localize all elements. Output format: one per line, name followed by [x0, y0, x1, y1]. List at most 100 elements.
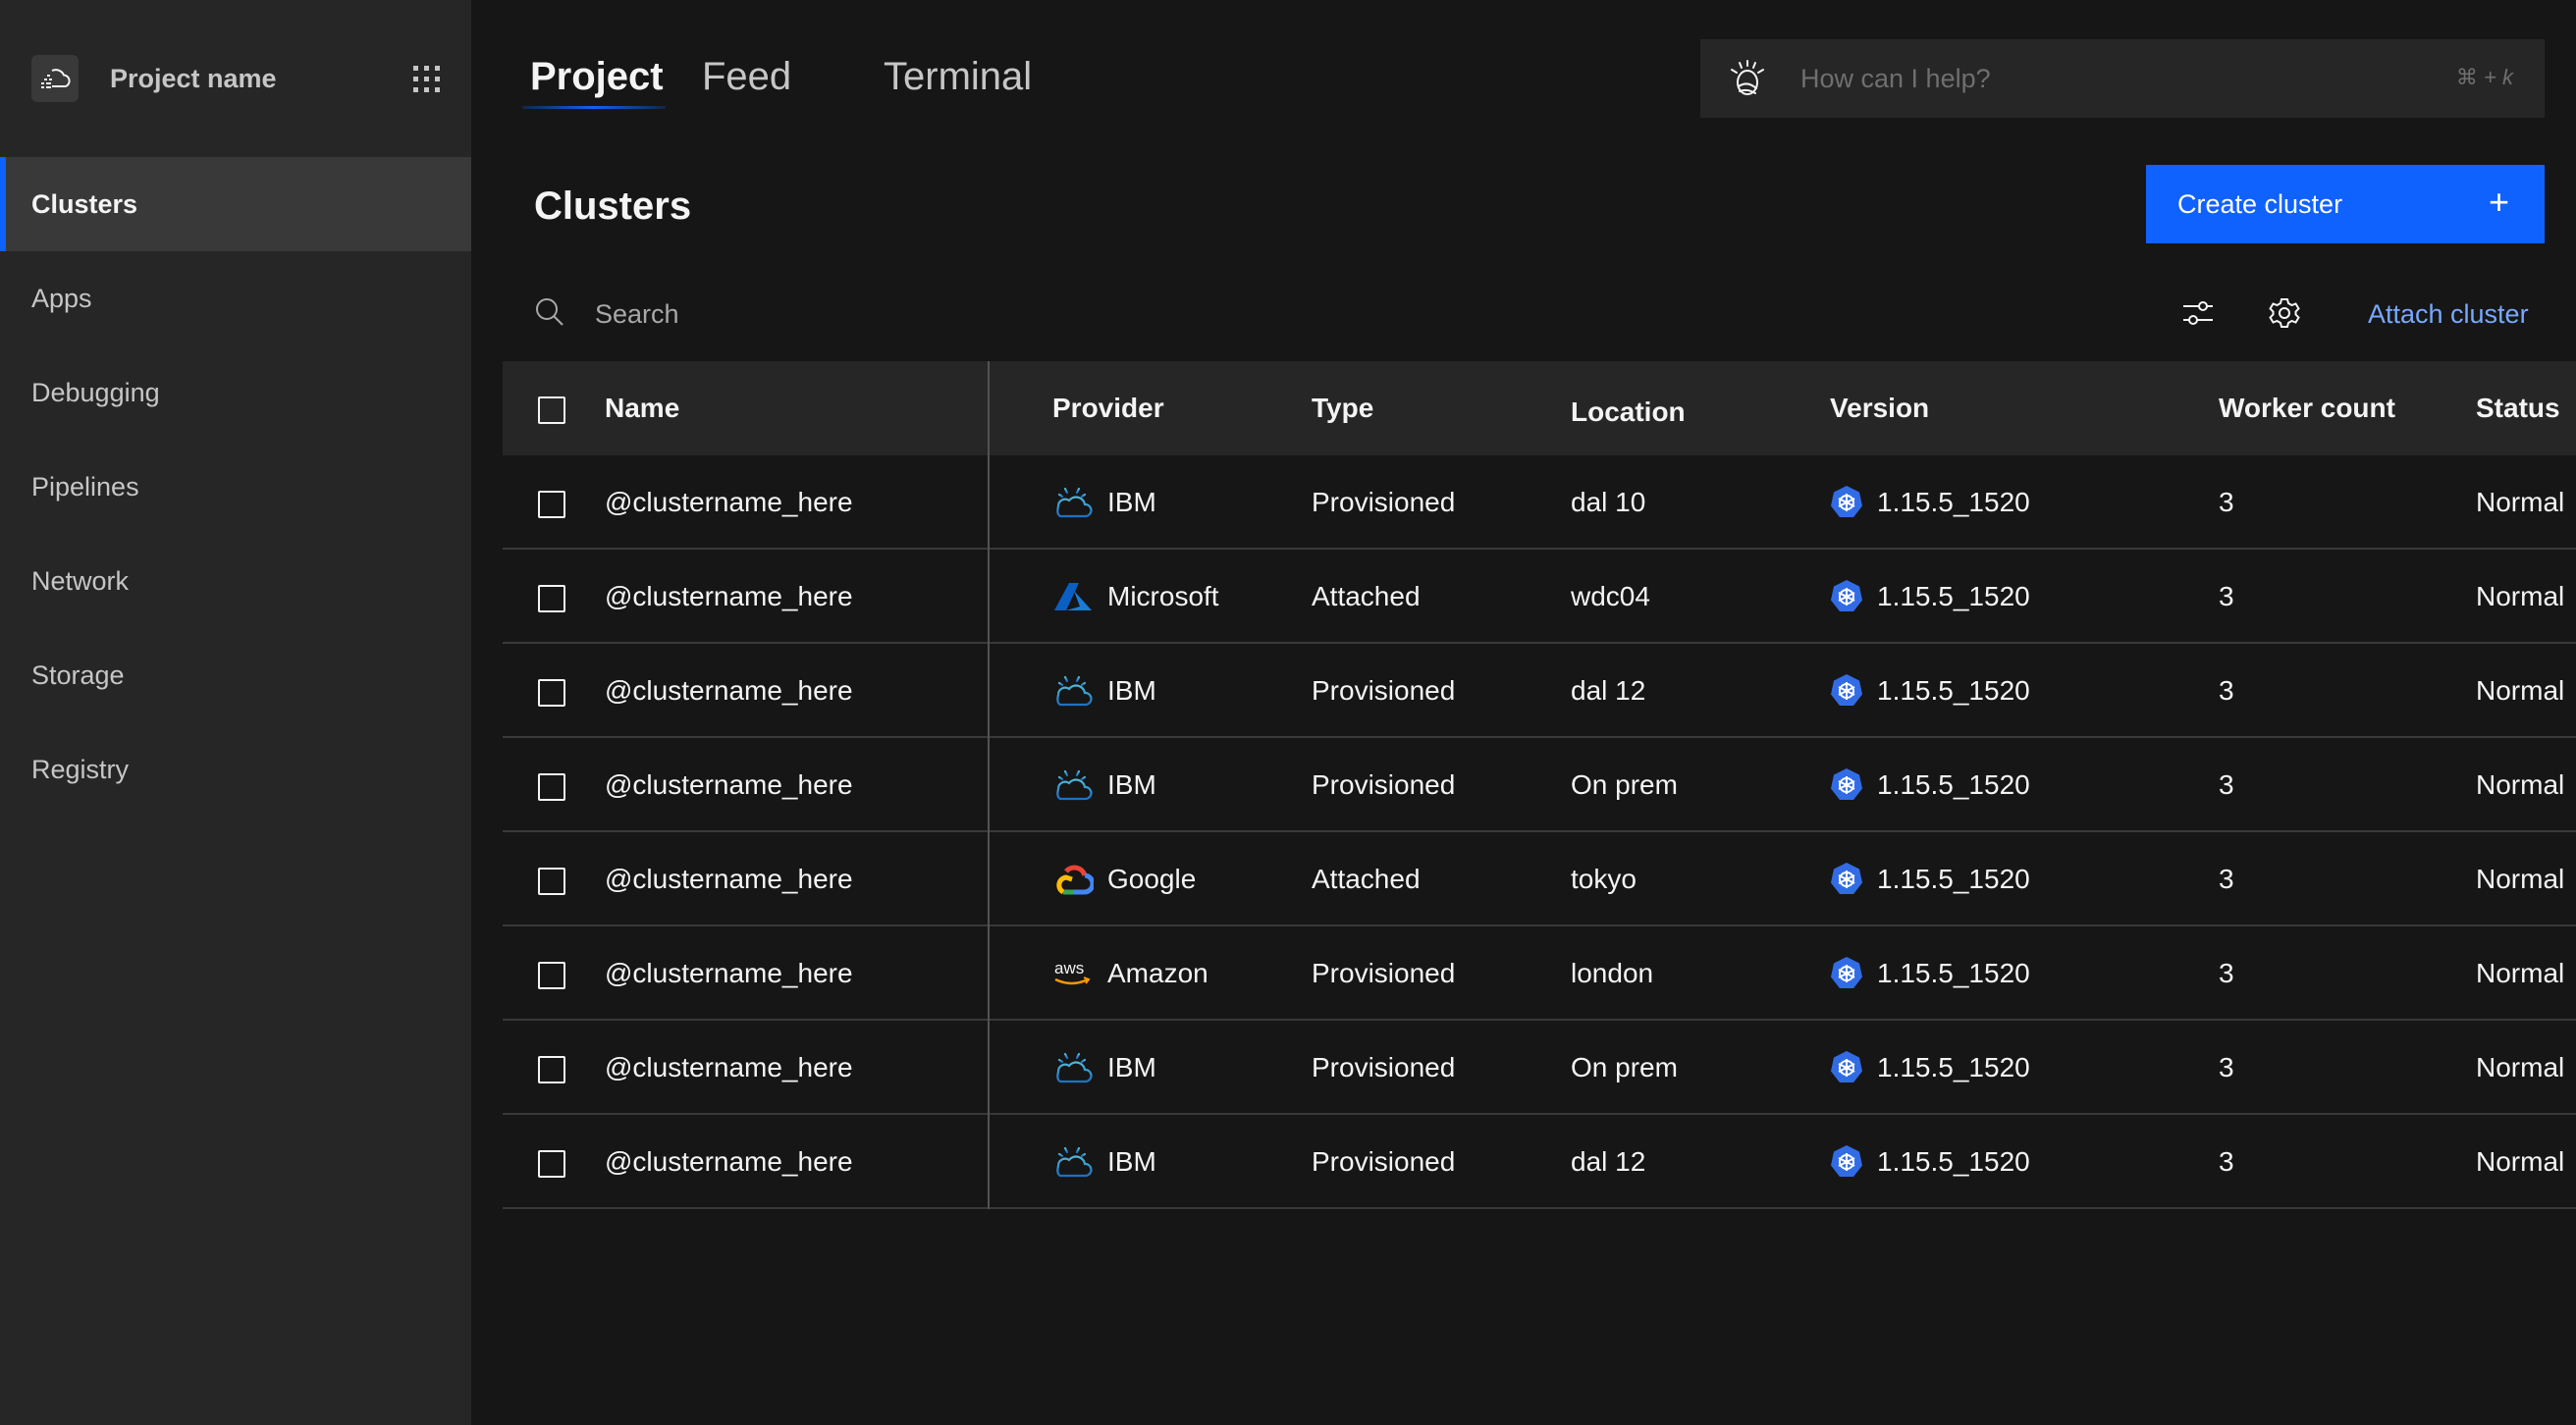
settings-gear-icon[interactable]	[2268, 296, 2301, 330]
help-input[interactable]	[1800, 39, 2409, 118]
app-switcher-grid-icon[interactable]	[412, 65, 440, 92]
header-version[interactable]: Version	[1830, 361, 1929, 455]
table-row[interactable]: @clustername_here IBM Provisioned On pre…	[503, 738, 2576, 832]
sidebar-item-debugging[interactable]: Debugging	[0, 345, 471, 440]
column-divider	[988, 361, 990, 1209]
row-checkbox[interactable]	[538, 868, 565, 895]
kubernetes-icon	[1831, 1145, 1862, 1177]
cluster-name[interactable]: @clustername_here	[605, 550, 853, 644]
table-row[interactable]: @clustername_here IBM Provisioned On pre…	[503, 1021, 2576, 1115]
version-cell: 1.15.5_1520	[1830, 455, 2030, 550]
sidebar-item-storage[interactable]: Storage	[0, 628, 471, 722]
row-checkbox[interactable]	[538, 679, 565, 707]
keyboard-shortcut-hint: ⌘ + k	[2455, 65, 2513, 89]
cluster-type: Provisioned	[1312, 769, 1456, 800]
sidebar-item-registry[interactable]: Registry	[0, 722, 471, 817]
kubernetes-icon	[1831, 768, 1862, 800]
create-cluster-button[interactable]: Create cluster +	[2146, 165, 2545, 243]
ibm-cloud-icon	[1052, 673, 1094, 709]
cluster-name[interactable]: @clustername_here	[605, 644, 853, 738]
help-search-box[interactable]: ⌘ + k	[1700, 39, 2545, 118]
cluster-status: Normal	[2476, 958, 2565, 988]
header-location[interactable]: Location	[1571, 365, 1686, 459]
header-provider[interactable]: Provider	[1052, 361, 1164, 455]
sidebar-item-pipelines[interactable]: Pipelines	[0, 440, 471, 534]
tab-feed[interactable]: Feed	[702, 51, 791, 102]
table-row[interactable]: @clustername_here IBM Provisioned dal 10…	[503, 455, 2576, 550]
cluster-name[interactable]: @clustername_here	[605, 1021, 853, 1115]
tab-project[interactable]: Project	[530, 51, 664, 102]
assistant-bulb-icon	[1731, 60, 1764, 95]
kubernetes-icon	[1831, 580, 1862, 611]
cluster-location: wdc04	[1571, 581, 1650, 611]
header-type[interactable]: Type	[1312, 361, 1373, 455]
worker-count: 3	[2219, 1052, 2234, 1082]
header-status[interactable]: Status	[2476, 361, 2560, 455]
cluster-location: dal 10	[1571, 487, 1646, 517]
sidebar-item-network[interactable]: Network	[0, 534, 471, 628]
cluster-name[interactable]: @clustername_here	[605, 832, 853, 926]
kubernetes-icon	[1831, 957, 1862, 988]
sidebar-nav: Clusters Apps Debugging Pipelines Networ…	[0, 157, 471, 817]
cluster-name[interactable]: @clustername_here	[605, 455, 853, 550]
kubernetes-icon	[1831, 674, 1862, 706]
version-cell: 1.15.5_1520	[1830, 550, 2030, 644]
select-all-checkbox[interactable]	[538, 396, 565, 424]
cluster-version: 1.15.5_1520	[1877, 1146, 2030, 1177]
attach-cluster-link[interactable]: Attach cluster	[2368, 294, 2529, 334]
table-row[interactable]: @clustername_here Microsoft Attached wdc…	[503, 550, 2576, 644]
worker-count: 3	[2219, 1146, 2234, 1177]
cluster-name[interactable]: @clustername_here	[605, 738, 853, 832]
cluster-type: Provisioned	[1312, 958, 1456, 988]
worker-count: 3	[2219, 769, 2234, 800]
tab-terminal[interactable]: Terminal	[884, 51, 1032, 102]
row-checkbox[interactable]	[538, 585, 565, 612]
table-header: Name Provider Type Location Version Work…	[503, 361, 2576, 455]
row-checkbox[interactable]	[538, 962, 565, 989]
azure-icon	[1052, 579, 1094, 614]
ibm-cloud-icon	[1052, 767, 1094, 803]
version-cell: 1.15.5_1520	[1830, 832, 2030, 926]
header-name[interactable]: Name	[605, 361, 679, 455]
version-cell: 1.15.5_1520	[1830, 926, 2030, 1021]
cluster-name[interactable]: @clustername_here	[605, 1115, 853, 1209]
worker-count: 3	[2219, 675, 2234, 706]
provider-cell: IBM	[1052, 738, 1156, 832]
kubernetes-icon	[1831, 1051, 1862, 1082]
version-cell: 1.15.5_1520	[1830, 1021, 2030, 1115]
cluster-location: On prem	[1571, 769, 1678, 800]
provider-name: IBM	[1107, 487, 1156, 517]
project-header: Project name	[31, 55, 440, 102]
header-worker-count[interactable]: Worker count	[2219, 361, 2395, 455]
table-row[interactable]: @clustername_here IBM Provisioned dal 12…	[503, 1115, 2576, 1209]
row-checkbox[interactable]	[538, 491, 565, 518]
row-checkbox[interactable]	[538, 1150, 565, 1178]
table-row[interactable]: @clustername_here aws Amazon Provisioned…	[503, 926, 2576, 1021]
create-cluster-label: Create cluster	[2177, 188, 2343, 219]
cluster-location: tokyo	[1571, 864, 1637, 894]
row-checkbox[interactable]	[538, 773, 565, 801]
table-row[interactable]: @clustername_here IBM Provisioned dal 12…	[503, 644, 2576, 738]
table-row[interactable]: @clustername_here Google Attached tokyo …	[503, 832, 2576, 926]
sidebar-item-apps[interactable]: Apps	[0, 251, 471, 345]
version-cell: 1.15.5_1520	[1830, 1115, 2030, 1209]
provider-name: IBM	[1107, 675, 1156, 706]
project-name: Project name	[110, 64, 277, 93]
cluster-version: 1.15.5_1520	[1877, 1052, 2030, 1082]
search-input[interactable]	[595, 290, 1478, 338]
cluster-status: Normal	[2476, 675, 2565, 706]
ibm-cloud-icon	[1052, 485, 1094, 520]
provider-name: IBM	[1107, 769, 1156, 800]
provider-cell: Google	[1052, 832, 1196, 926]
provider-cell: IBM	[1052, 1021, 1156, 1115]
row-checkbox[interactable]	[538, 1056, 565, 1083]
filter-settings-icon[interactable]	[2181, 296, 2215, 330]
cluster-version: 1.15.5_1520	[1877, 581, 2030, 611]
search-icon	[536, 298, 564, 326]
plus-icon: +	[2488, 182, 2509, 222]
cluster-name[interactable]: @clustername_here	[605, 926, 853, 1021]
sidebar-item-clusters[interactable]: Clusters	[0, 157, 471, 251]
provider-name: IBM	[1107, 1052, 1156, 1082]
active-tab-indicator	[522, 106, 666, 109]
worker-count: 3	[2219, 864, 2234, 894]
